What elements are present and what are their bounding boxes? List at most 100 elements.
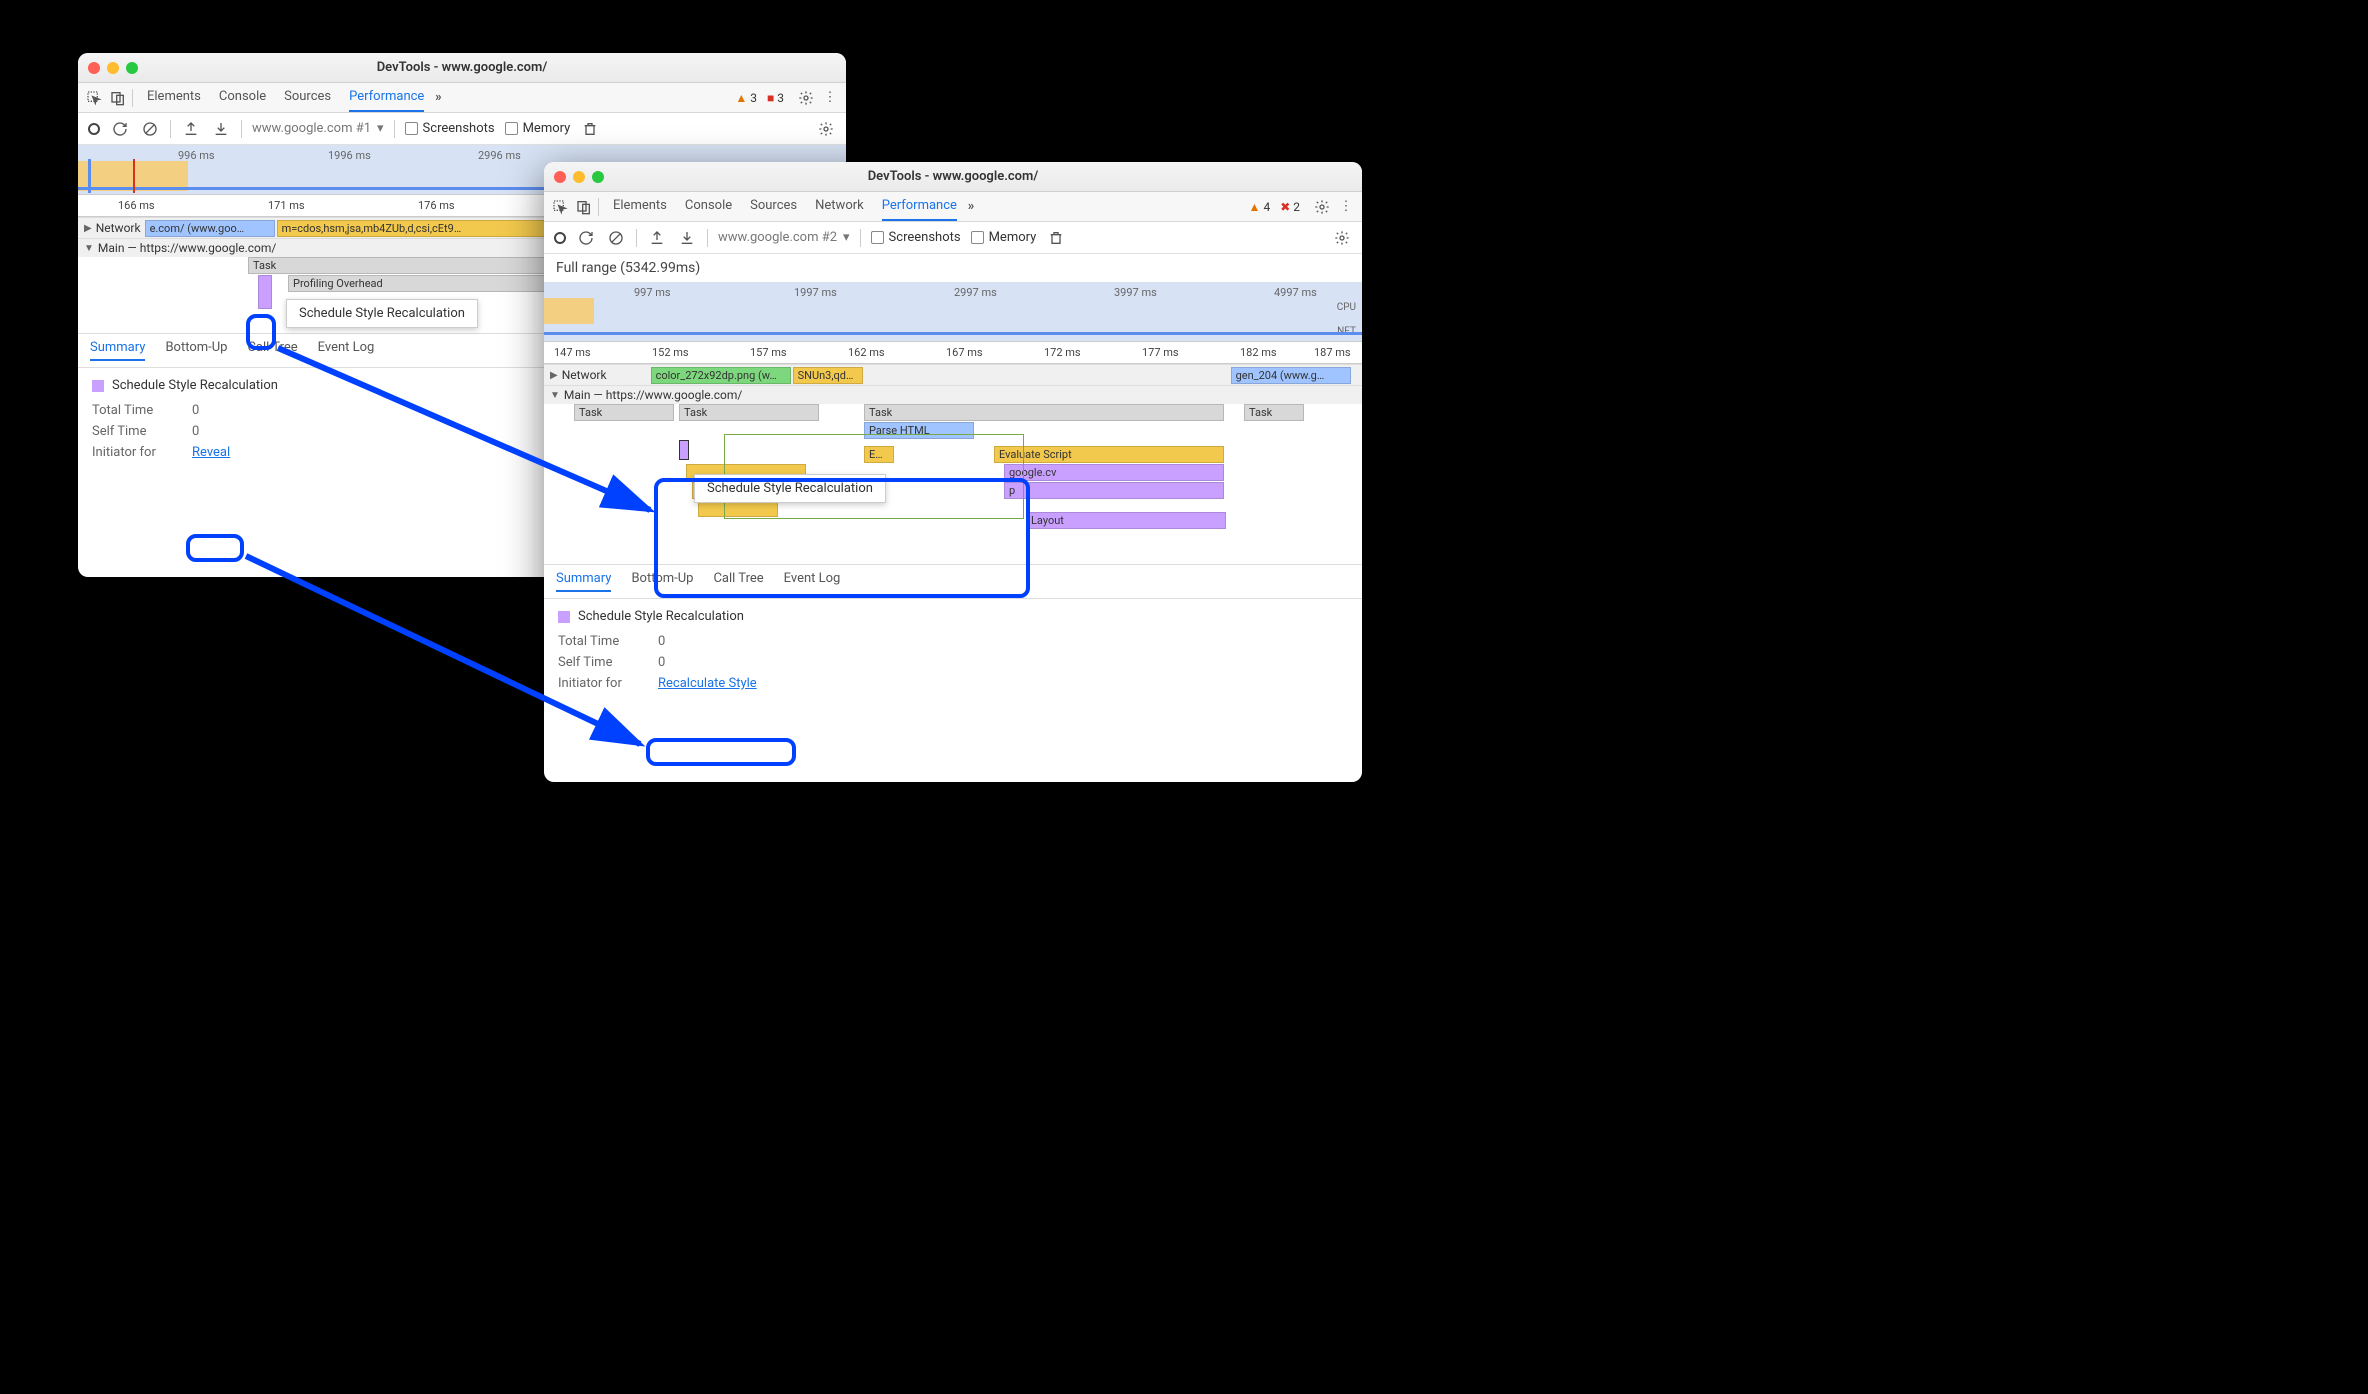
- tab-bottom-up[interactable]: Bottom-Up: [631, 571, 693, 592]
- more-tabs-icon[interactable]: »: [428, 88, 448, 108]
- range-text: Full range (5342.99ms): [544, 254, 1362, 282]
- flame-evaluate-script[interactable]: Evaluate Script: [994, 446, 1224, 463]
- main-track-header[interactable]: ▼Main — https://www.google.com/: [544, 385, 1362, 404]
- clear-icon[interactable]: [606, 228, 626, 248]
- gc-icon[interactable]: [580, 119, 600, 139]
- gear-icon[interactable]: [1332, 228, 1352, 248]
- category-color-icon: [558, 611, 570, 623]
- network-item[interactable]: m=cdos,hsm,jsa,mb4ZUb,d,csi,cEt9…: [277, 220, 577, 237]
- recording-select[interactable]: www.google.com #2 ▾: [718, 230, 850, 245]
- reload-icon[interactable]: [110, 119, 130, 139]
- tab-call-tree[interactable]: Call Tree: [247, 340, 297, 361]
- tab-performance[interactable]: Performance: [349, 83, 424, 112]
- gear-icon[interactable]: [816, 119, 836, 139]
- download-icon[interactable]: [677, 228, 697, 248]
- error-count: 3: [777, 91, 784, 105]
- inspect-icon[interactable]: [84, 88, 104, 108]
- network-item[interactable]: color_272x92dp.png (w…: [651, 367, 791, 384]
- main-tabbar: Elements Console Sources Network Perform…: [544, 192, 1362, 222]
- expand-icon: ▶: [84, 223, 92, 234]
- clear-icon[interactable]: [140, 119, 160, 139]
- tab-elements[interactable]: Elements: [613, 192, 667, 221]
- ruler-time: 177 ms: [1142, 346, 1179, 359]
- tab-network[interactable]: Network: [815, 192, 864, 221]
- error-badge[interactable]: ■3: [767, 91, 784, 105]
- download-icon[interactable]: [211, 119, 231, 139]
- zoom-icon[interactable]: [126, 62, 138, 74]
- flame-parse-html[interactable]: Parse HTML: [864, 422, 974, 439]
- gc-icon[interactable]: [1046, 228, 1066, 248]
- tab-summary[interactable]: Summary: [90, 340, 145, 361]
- record-button[interactable]: [554, 232, 566, 244]
- summary-title: Schedule Style Recalculation: [558, 609, 1348, 624]
- tab-elements[interactable]: Elements: [147, 83, 201, 112]
- tab-bottom-up[interactable]: Bottom-Up: [165, 340, 227, 361]
- screenshots-checkbox[interactable]: Screenshots: [405, 121, 495, 136]
- cpu-label: CPU: [1337, 302, 1356, 313]
- tab-performance[interactable]: Performance: [882, 192, 957, 221]
- flame-overhead[interactable]: Profiling Overhead: [288, 275, 548, 292]
- error-count: 2: [1293, 200, 1300, 214]
- titlebar: DevTools - www.google.com/: [78, 53, 846, 83]
- flame-task[interactable]: Task: [864, 404, 1224, 421]
- tab-console[interactable]: Console: [219, 83, 266, 112]
- zoom-icon[interactable]: [592, 171, 604, 183]
- warning-badge[interactable]: ▲3: [735, 91, 757, 105]
- overview-time: 3997 ms: [1114, 286, 1157, 299]
- screenshots-checkbox[interactable]: Screenshots: [871, 230, 961, 245]
- inspect-icon[interactable]: [550, 197, 570, 217]
- tab-event-log[interactable]: Event Log: [318, 340, 375, 361]
- minimize-icon[interactable]: [573, 171, 585, 183]
- tab-call-tree[interactable]: Call Tree: [713, 571, 763, 592]
- flame-task[interactable]: Task: [1244, 404, 1304, 421]
- recalculate-style-link[interactable]: Recalculate Style: [658, 676, 757, 691]
- flame-e[interactable]: E…: [864, 446, 894, 463]
- total-time-value: 0: [658, 634, 665, 649]
- more-tabs-icon[interactable]: »: [961, 197, 981, 217]
- time-ruler[interactable]: 147 ms 152 ms 157 ms 162 ms 167 ms 172 m…: [544, 342, 1362, 364]
- flame-task[interactable]: Task: [679, 404, 819, 421]
- tab-sources[interactable]: Sources: [750, 192, 797, 221]
- error-badge[interactable]: ✖2: [1280, 200, 1300, 214]
- gear-icon[interactable]: [1312, 197, 1332, 217]
- kebab-icon[interactable]: ⋮: [820, 88, 840, 108]
- flame-tooltip: Schedule Style Recalculation: [286, 299, 478, 328]
- self-time-label: Self Time: [92, 424, 172, 439]
- warning-badge[interactable]: ▲4: [1249, 200, 1271, 214]
- tab-sources[interactable]: Sources: [284, 83, 331, 112]
- network-item[interactable]: e.com/ (www.goo…: [145, 220, 275, 237]
- flame-google-cv[interactable]: google.cv: [1004, 464, 1224, 481]
- flame-task[interactable]: Task: [574, 404, 674, 421]
- reveal-link[interactable]: Reveal: [192, 445, 230, 460]
- total-time-value: 0: [192, 403, 199, 418]
- warning-count: 4: [1263, 200, 1270, 214]
- upload-icon[interactable]: [181, 119, 201, 139]
- minimize-icon[interactable]: [107, 62, 119, 74]
- network-item[interactable]: gen_204 (www.g…: [1231, 367, 1351, 384]
- network-item[interactable]: SNUn3,qd…: [793, 367, 863, 384]
- tab-summary[interactable]: Summary: [556, 571, 611, 592]
- timeline-overview[interactable]: 997 ms 1997 ms 2997 ms 3997 ms 4997 ms C…: [544, 282, 1362, 342]
- close-icon[interactable]: [554, 171, 566, 183]
- gear-icon[interactable]: [796, 88, 816, 108]
- tab-event-log[interactable]: Event Log: [784, 571, 841, 592]
- tab-console[interactable]: Console: [685, 192, 732, 221]
- flame-layout[interactable]: Layout: [1026, 512, 1226, 529]
- network-track-header[interactable]: ▶Network color_272x92dp.png (w… SNUn3,qd…: [544, 364, 1362, 385]
- selected-flame[interactable]: [679, 440, 689, 460]
- memory-checkbox[interactable]: Memory: [971, 230, 1037, 245]
- summary-row: Initiator forRecalculate Style: [558, 676, 1348, 691]
- upload-icon[interactable]: [647, 228, 667, 248]
- recording-select[interactable]: www.google.com #1 ▾: [252, 121, 384, 136]
- record-button[interactable]: [88, 123, 100, 135]
- close-icon[interactable]: [88, 62, 100, 74]
- memory-checkbox[interactable]: Memory: [505, 121, 571, 136]
- flame-style-recalc[interactable]: [258, 275, 272, 309]
- kebab-icon[interactable]: ⋮: [1336, 197, 1356, 217]
- main-track-label: Main — https://www.google.com/: [564, 388, 742, 402]
- flame-p[interactable]: p: [1004, 482, 1224, 499]
- device-icon[interactable]: [108, 88, 128, 108]
- reload-icon[interactable]: [576, 228, 596, 248]
- flame-task[interactable]: Task: [248, 257, 548, 274]
- device-icon[interactable]: [574, 197, 594, 217]
